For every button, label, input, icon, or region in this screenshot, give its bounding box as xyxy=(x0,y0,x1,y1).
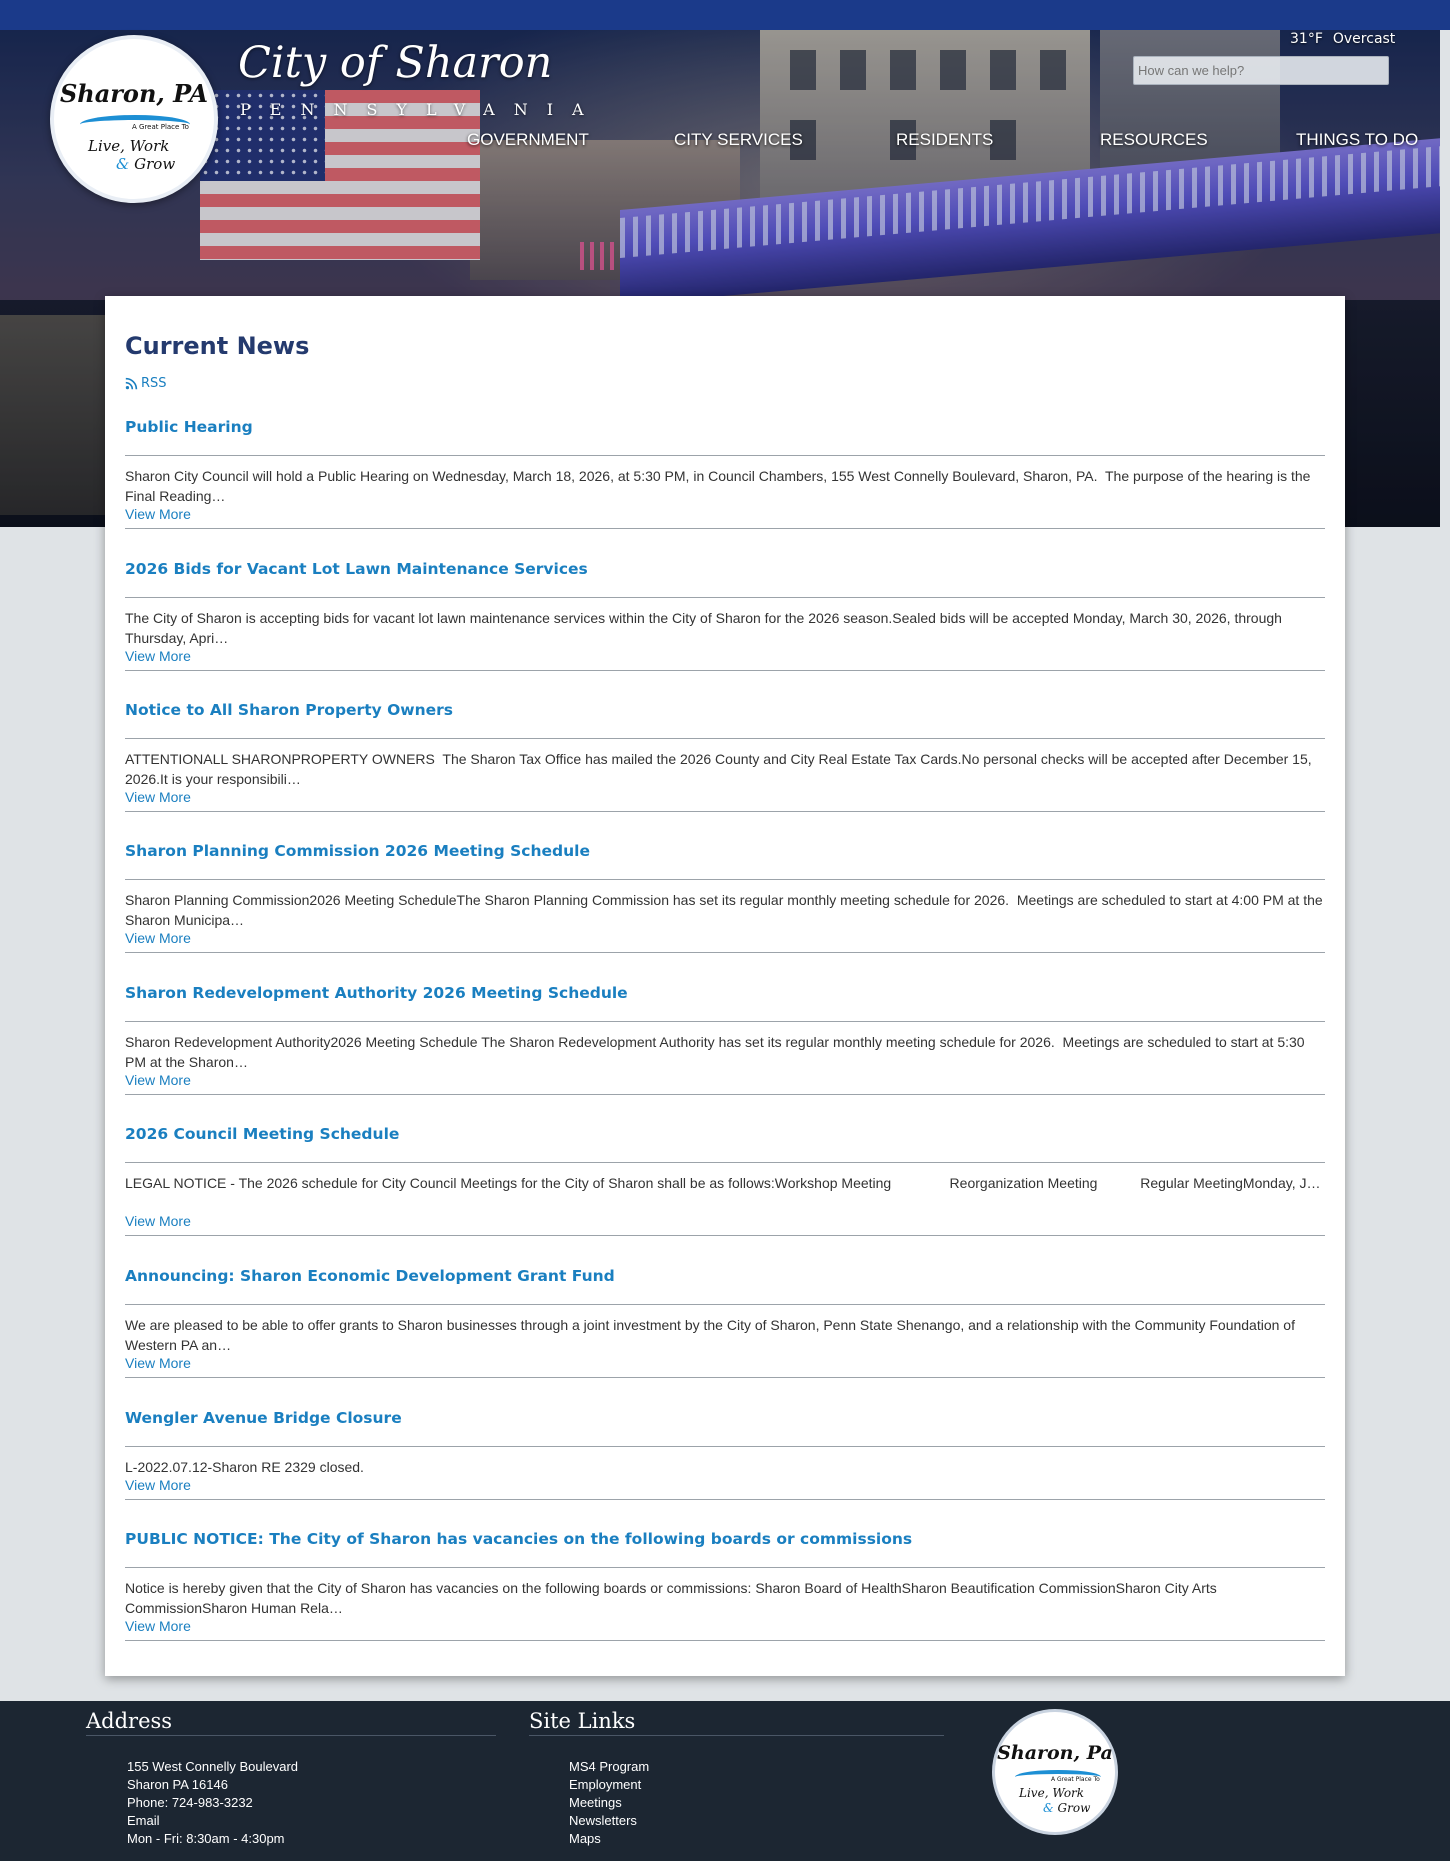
news-heading: Current News xyxy=(125,332,310,360)
footer-link-meetings[interactable]: Meetings xyxy=(569,1794,649,1812)
news-item-title[interactable]: PUBLIC NOTICE: The City of Sharon has va… xyxy=(125,1530,912,1548)
view-more-link[interactable]: View More xyxy=(125,1213,191,1229)
news-item: Notice to All Sharon Property Owners ATT… xyxy=(125,701,1325,843)
news-item-title[interactable]: 2026 Bids for Vacant Lot Lawn Maintenanc… xyxy=(125,560,588,578)
news-divider xyxy=(125,1021,1325,1022)
view-more-link[interactable]: View More xyxy=(125,1355,191,1371)
weather-temp: 31°F xyxy=(1290,31,1323,47)
news-divider xyxy=(125,738,1325,739)
footer-links-heading: Site Links xyxy=(529,1709,636,1733)
rss-icon xyxy=(125,377,138,390)
news-item-summary: L-2022.07.12-Sharon RE 2329 closed. xyxy=(125,1459,364,1475)
news-item-title[interactable]: Announcing: Sharon Economic Development … xyxy=(125,1267,615,1285)
address-phone: Phone: 724-983-3232 xyxy=(127,1795,253,1810)
news-item-summary: Sharon Redevelopment Authority2026 Meeti… xyxy=(125,1034,1309,1070)
rss-label: RSS xyxy=(141,376,167,391)
news-item-summary: LEGAL NOTICE - The 2026 schedule for Cit… xyxy=(125,1175,1321,1191)
address-hours: Mon - Fri: 8:30am - 4:30pm xyxy=(127,1831,285,1846)
weather-widget: 31°F Overcast xyxy=(1290,31,1395,47)
news-divider xyxy=(125,455,1325,456)
news-divider xyxy=(125,952,1325,953)
news-item: Sharon Redevelopment Authority 2026 Meet… xyxy=(125,984,1325,1126)
news-divider xyxy=(125,1499,1325,1500)
logo-line2: & Grow xyxy=(116,155,176,173)
address-email-link[interactable]: Email xyxy=(127,1812,298,1830)
footer-link-employment[interactable]: Employment xyxy=(569,1776,649,1794)
news-item: 2026 Council Meeting Schedule LEGAL NOTI… xyxy=(125,1125,1325,1267)
view-more-link[interactable]: View More xyxy=(125,789,191,805)
view-more-link[interactable]: View More xyxy=(125,648,191,664)
brand-subtitle: PENNSYLVANIA xyxy=(240,100,603,119)
news-divider xyxy=(125,597,1325,598)
search-input[interactable] xyxy=(1133,56,1389,85)
top-bar xyxy=(0,0,1450,30)
news-item-title[interactable]: Wengler Avenue Bridge Closure xyxy=(125,1409,402,1427)
logo-tagline: A Great Place To xyxy=(132,123,189,131)
news-item-title[interactable]: 2026 Council Meeting Schedule xyxy=(125,1125,399,1143)
nav-resources[interactable]: RESOURCES xyxy=(1100,130,1208,150)
news-item-title[interactable]: Sharon Redevelopment Authority 2026 Meet… xyxy=(125,984,628,1002)
news-item-summary: We are pleased to be able to offer grant… xyxy=(125,1317,1299,1353)
footer-address: 155 West Connelly Boulevard Sharon PA 16… xyxy=(127,1758,298,1848)
view-more-link[interactable]: View More xyxy=(125,930,191,946)
footer-logo-line2: & Grow xyxy=(1043,1801,1091,1815)
news-item: 2026 Bids for Vacant Lot Lawn Maintenanc… xyxy=(125,560,1325,702)
news-divider xyxy=(125,879,1325,880)
nav-city-services[interactable]: CITY SERVICES xyxy=(674,130,803,150)
footer-link-newsletters[interactable]: Newsletters xyxy=(569,1812,649,1830)
nav-things-to-do[interactable]: THINGS TO DO xyxy=(1296,130,1418,150)
nav-government[interactable]: GOVERNMENT xyxy=(467,130,589,150)
footer-links: MS4 Program Employment Meetings Newslett… xyxy=(569,1758,649,1848)
weather-condition: Overcast xyxy=(1332,31,1396,47)
news-item-title[interactable]: Public Hearing xyxy=(125,418,253,436)
logo-line1: Live, Work xyxy=(88,137,170,155)
news-card: Current News RSS Public Hearing Sharon C… xyxy=(105,296,1345,1676)
footer-logo-name: Sharon, Pa xyxy=(997,1742,1113,1764)
footer-divider xyxy=(529,1735,944,1736)
brand-title[interactable]: City of Sharon xyxy=(238,38,552,88)
site-logo[interactable]: Sharon, PA A Great Place To Live, Work &… xyxy=(50,35,218,203)
news-divider xyxy=(125,1567,1325,1568)
logo-name: Sharon, PA xyxy=(59,79,209,108)
footer-link-ms4[interactable]: MS4 Program xyxy=(569,1758,649,1776)
news-divider xyxy=(125,528,1325,529)
view-more-link[interactable]: View More xyxy=(125,1072,191,1088)
news-item-summary: ATTENTIONALL SHARONPROPERTY OWNERS The S… xyxy=(125,751,1316,787)
news-item-summary: Notice is hereby given that the City of … xyxy=(125,1580,1221,1616)
news-item-summary: Sharon City Council will hold a Public H… xyxy=(125,468,1315,504)
site-footer: Address 155 West Connelly Boulevard Shar… xyxy=(0,1701,1450,1861)
news-divider xyxy=(125,1640,1325,1641)
footer-address-heading: Address xyxy=(86,1709,173,1733)
footer-logo-tagline: A Great Place To xyxy=(1051,1776,1100,1783)
news-divider xyxy=(125,670,1325,671)
nav-residents[interactable]: RESIDENTS xyxy=(896,130,993,150)
news-divider xyxy=(125,1446,1325,1447)
view-more-link[interactable]: View More xyxy=(125,1618,191,1634)
news-divider xyxy=(125,1162,1325,1163)
footer-link-maps[interactable]: Maps xyxy=(569,1830,649,1848)
news-divider xyxy=(125,1304,1325,1305)
news-divider xyxy=(125,1235,1325,1236)
news-item: Announcing: Sharon Economic Development … xyxy=(125,1267,1325,1409)
footer-logo[interactable]: Sharon, Pa A Great Place To Live, Work &… xyxy=(992,1709,1118,1835)
view-more-link[interactable]: View More xyxy=(125,506,191,522)
news-item: Sharon Planning Commission 2026 Meeting … xyxy=(125,842,1325,984)
news-divider xyxy=(125,811,1325,812)
news-item-summary: Sharon Planning Commission2026 Meeting S… xyxy=(125,892,1327,928)
view-more-link[interactable]: View More xyxy=(125,1477,191,1493)
rss-link[interactable]: RSS xyxy=(125,376,167,391)
news-item-title[interactable]: Sharon Planning Commission 2026 Meeting … xyxy=(125,842,590,860)
news-item: Public Hearing Sharon City Council will … xyxy=(125,418,1325,560)
news-item-summary: The City of Sharon is accepting bids for… xyxy=(125,610,1286,646)
news-item-title[interactable]: Notice to All Sharon Property Owners xyxy=(125,701,453,719)
address-street: 155 West Connelly Boulevard xyxy=(127,1759,299,1774)
news-divider xyxy=(125,1094,1325,1095)
footer-divider xyxy=(86,1735,496,1736)
footer-logo-line1: Live, Work xyxy=(1019,1786,1085,1800)
news-divider xyxy=(125,1377,1325,1378)
news-item: PUBLIC NOTICE: The City of Sharon has va… xyxy=(125,1530,1325,1672)
address-city: Sharon PA 16146 xyxy=(127,1777,228,1792)
